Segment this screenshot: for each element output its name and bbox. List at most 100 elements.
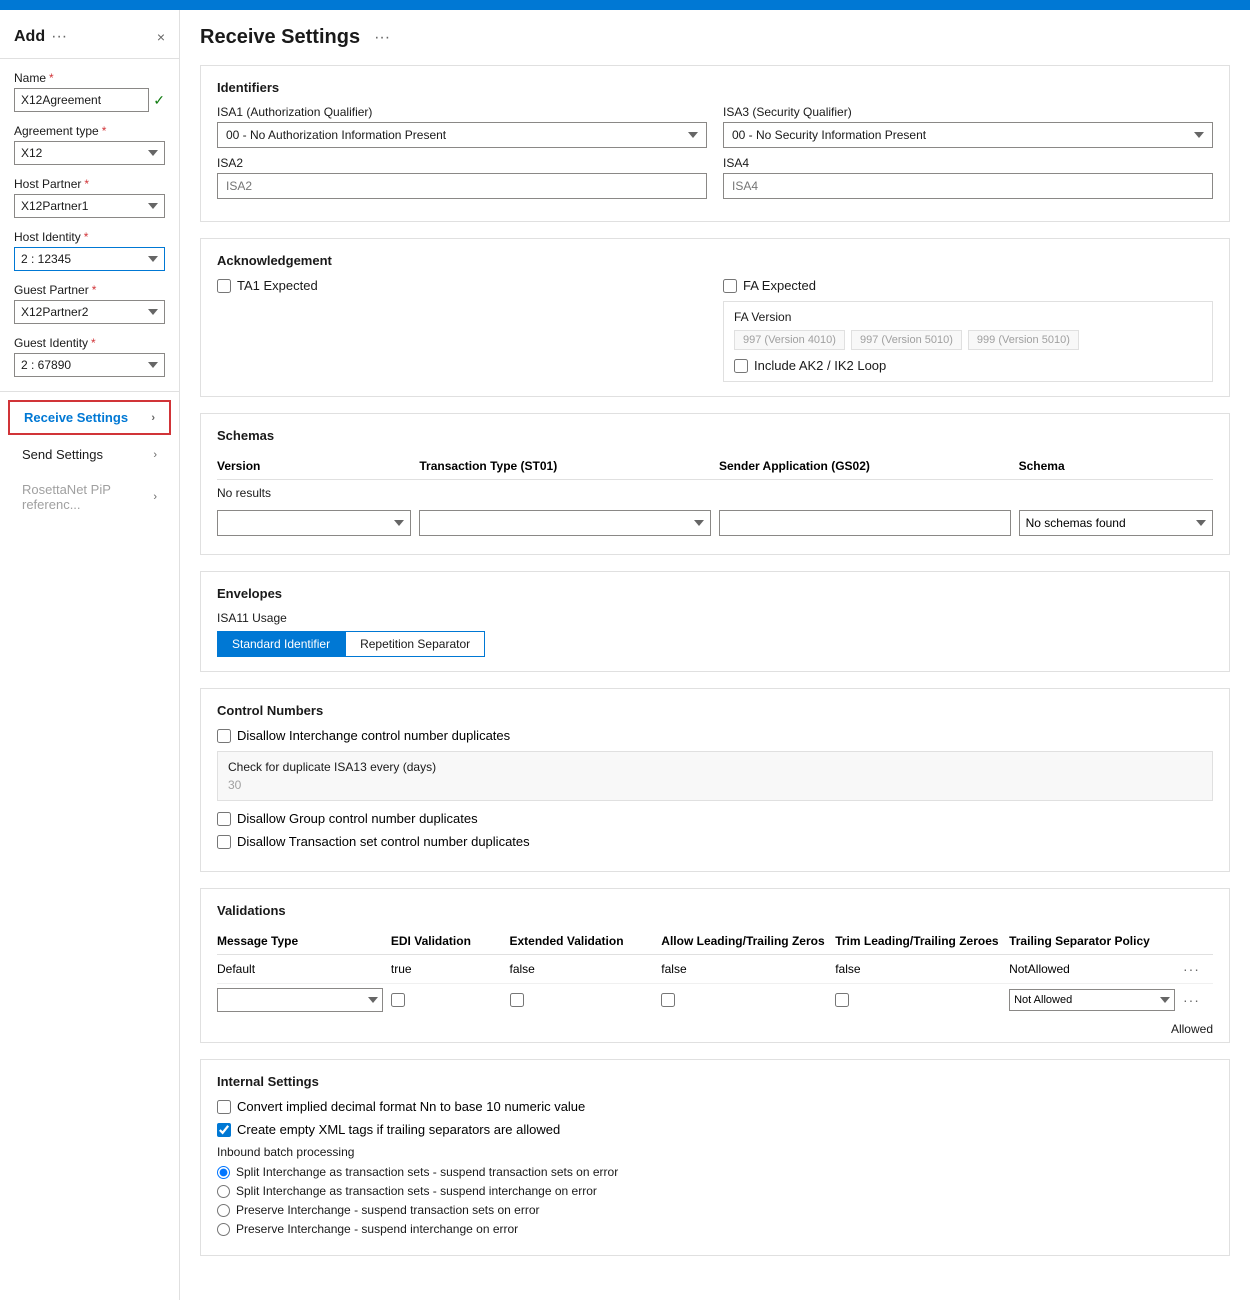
create-empty-xml-checkbox[interactable] xyxy=(217,1123,231,1137)
schemas-col-transaction: Transaction Type (ST01) xyxy=(419,459,711,473)
validations-section: Validations Message Type EDI Validation … xyxy=(200,888,1230,1043)
batch-option-1-radio[interactable] xyxy=(217,1166,230,1179)
batch-option-4-row: Preserve Interchange - suspend interchan… xyxy=(217,1222,1213,1236)
isa1-group: ISA1 (Authorization Qualifier) 00 - No A… xyxy=(217,105,707,207)
isa11-toggle-group: Standard Identifier Repetition Separator xyxy=(217,631,1213,657)
guest-partner-field-group: Guest Partner * X12Partner2 xyxy=(0,279,179,332)
envelopes-section-title: Envelopes xyxy=(217,586,1213,601)
schemas-schema-select[interactable]: No schemas found xyxy=(1019,510,1213,536)
sidebar-close-button[interactable]: × xyxy=(157,29,165,45)
isa1-select[interactable]: 00 - No Authorization Information Presen… xyxy=(217,122,707,148)
internal-settings-section-title: Internal Settings xyxy=(217,1074,1213,1089)
val-default-row-dots-button[interactable]: ··· xyxy=(1183,961,1213,977)
val-add-trim-leading-checkbox[interactable] xyxy=(835,993,849,1007)
guest-partner-label: Guest Partner * xyxy=(14,283,165,297)
agreement-type-label: Agreement type * xyxy=(14,124,165,138)
agreement-type-select[interactable]: X12 xyxy=(14,141,165,165)
main-dots-button[interactable]: ··· xyxy=(374,29,390,47)
disallow-interchange-checkbox[interactable] xyxy=(217,729,231,743)
include-ak2-label: Include AK2 / IK2 Loop xyxy=(754,358,886,373)
sidebar: Add ··· × Name * ✓ Agreement type * X12 xyxy=(0,10,180,1300)
val-col-actions xyxy=(1183,934,1213,948)
name-check-icon: ✓ xyxy=(153,92,165,109)
identifiers-section: Identifiers ISA1 (Authorization Qualifie… xyxy=(200,65,1230,222)
guest-identity-select[interactable]: 2 : 67890 xyxy=(14,353,165,377)
host-identity-field-group: Host Identity * 2 : 12345 xyxy=(0,226,179,279)
guest-partner-required-star: * xyxy=(92,283,97,297)
fa-expected-label: FA Expected xyxy=(743,278,816,293)
validations-section-title: Validations xyxy=(217,903,1213,918)
standard-identifier-btn[interactable]: Standard Identifier xyxy=(217,631,345,657)
host-partner-label: Host Partner * xyxy=(14,177,165,191)
batch-option-3-row: Preserve Interchange - suspend transacti… xyxy=(217,1203,1213,1217)
ta1-checkbox[interactable] xyxy=(217,279,231,293)
schemas-transaction-select[interactable] xyxy=(419,510,711,536)
include-ak2-checkbox[interactable] xyxy=(734,359,748,373)
batch-option-2-row: Split Interchange as transaction sets - … xyxy=(217,1184,1213,1198)
isa2-input[interactable] xyxy=(217,173,707,199)
sidebar-dots-button[interactable]: ··· xyxy=(51,28,67,46)
isa3-label: ISA3 (Security Qualifier) xyxy=(723,105,1213,119)
disallow-group-checkbox[interactable] xyxy=(217,812,231,826)
schemas-version-select[interactable] xyxy=(217,510,411,536)
val-default-trailing-separator: NotAllowed xyxy=(1009,962,1175,976)
include-ak2-row: Include AK2 / IK2 Loop xyxy=(734,358,1202,373)
host-identity-required-star: * xyxy=(84,230,89,244)
sidebar-item-receive-settings[interactable]: Receive Settings › xyxy=(8,400,171,435)
guest-identity-required-star: * xyxy=(91,336,96,350)
batch-option-2-radio[interactable] xyxy=(217,1185,230,1198)
sidebar-item-rosettanet-label: RosettaNet PiP referenc... xyxy=(22,482,153,512)
agreement-type-field-group: Agreement type * X12 xyxy=(0,120,179,173)
guest-partner-select[interactable]: X12Partner2 xyxy=(14,300,165,324)
acknowledgement-section-title: Acknowledgement xyxy=(217,253,1213,268)
fa-version-btn-5010-997[interactable]: 997 (Version 5010) xyxy=(851,330,962,350)
name-field-group: Name * ✓ xyxy=(0,67,179,120)
isa1-label: ISA1 (Authorization Qualifier) xyxy=(217,105,707,119)
sidebar-item-send-settings[interactable]: Send Settings › xyxy=(8,439,171,470)
schemas-sender-input[interactable] xyxy=(719,510,1011,536)
fa-version-btn-5010-999[interactable]: 999 (Version 5010) xyxy=(968,330,1079,350)
host-identity-select[interactable]: 2 : 12345 xyxy=(14,247,165,271)
batch-option-1-label: Split Interchange as transaction sets - … xyxy=(236,1165,618,1179)
batch-option-4-radio[interactable] xyxy=(217,1223,230,1236)
val-add-edi-checkbox[interactable] xyxy=(391,993,405,1007)
val-add-row-dots-button[interactable]: ··· xyxy=(1183,992,1213,1008)
ta1-label: TA1 Expected xyxy=(237,278,318,293)
host-partner-select[interactable]: X12Partner1 xyxy=(14,194,165,218)
fa-expected-checkbox[interactable] xyxy=(723,279,737,293)
receive-settings-chevron-icon: › xyxy=(151,412,155,424)
create-empty-xml-row: Create empty XML tags if trailing separa… xyxy=(217,1122,1213,1137)
control-numbers-section-title: Control Numbers xyxy=(217,703,1213,718)
disallow-group-label: Disallow Group control number duplicates xyxy=(237,811,478,826)
ta1-group: TA1 Expected xyxy=(217,278,707,382)
page-title: Receive Settings xyxy=(200,26,360,49)
isa3-select[interactable]: 00 - No Security Information Present xyxy=(723,122,1213,148)
isa3-group: ISA3 (Security Qualifier) 00 - No Securi… xyxy=(723,105,1213,207)
val-add-allow-leading-checkbox[interactable] xyxy=(661,993,675,1007)
val-add-trailing-separator-select[interactable]: Not Allowed xyxy=(1009,989,1175,1011)
convert-decimal-checkbox[interactable] xyxy=(217,1100,231,1114)
guest-identity-label: Guest Identity * xyxy=(14,336,165,350)
schemas-col-version: Version xyxy=(217,459,411,473)
check-duplicate-label: Check for duplicate ISA13 every (days) xyxy=(228,760,1202,774)
batch-option-3-radio[interactable] xyxy=(217,1204,230,1217)
val-add-message-type-select[interactable] xyxy=(217,988,383,1012)
acknowledgement-section: Acknowledgement TA1 Expected FA Expected xyxy=(200,238,1230,397)
schemas-no-results: No results xyxy=(217,480,1213,506)
agreement-type-required-star: * xyxy=(102,124,107,138)
val-add-extended-checkbox[interactable] xyxy=(510,993,524,1007)
main-header: Receive Settings ··· xyxy=(200,26,1230,49)
batch-option-4-label: Preserve Interchange - suspend interchan… xyxy=(236,1222,518,1236)
fa-version-btn-4010[interactable]: 997 (Version 4010) xyxy=(734,330,845,350)
name-label: Name * xyxy=(14,71,165,85)
val-col-trailing-separator: Trailing Separator Policy xyxy=(1009,934,1175,948)
name-input[interactable] xyxy=(14,88,149,112)
disallow-transaction-checkbox[interactable] xyxy=(217,835,231,849)
name-required-star: * xyxy=(49,71,54,85)
validations-header: Message Type EDI Validation Extended Val… xyxy=(217,928,1213,955)
isa4-input[interactable] xyxy=(723,173,1213,199)
top-bar xyxy=(0,0,1250,10)
control-numbers-section: Control Numbers Disallow Interchange con… xyxy=(200,688,1230,872)
repetition-separator-btn[interactable]: Repetition Separator xyxy=(345,631,485,657)
main-content: Receive Settings ··· Identifiers ISA1 (A… xyxy=(180,10,1250,1300)
